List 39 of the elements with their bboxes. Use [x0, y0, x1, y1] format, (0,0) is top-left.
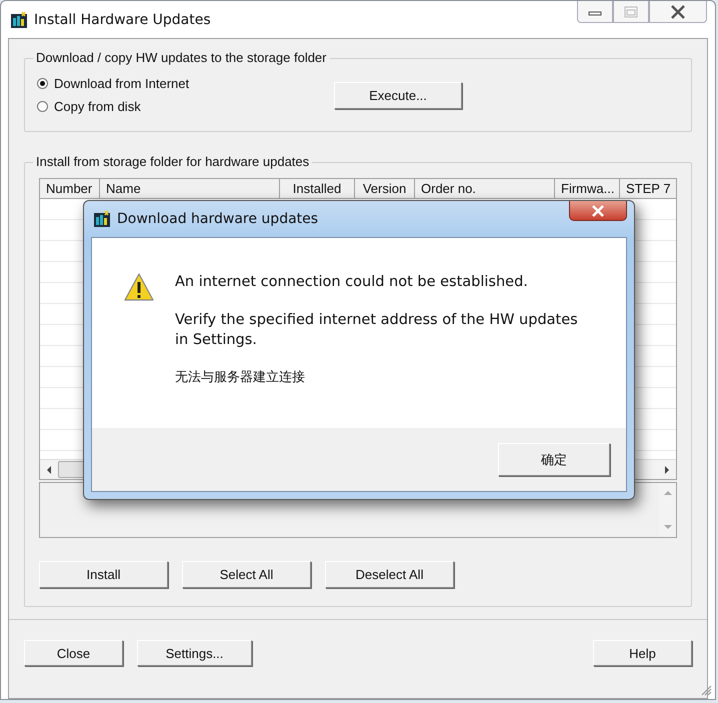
close-button[interactable]: [649, 1, 707, 23]
scroll-right-icon: [663, 464, 671, 474]
column-header[interactable]: Installed: [280, 179, 355, 198]
scroll-up-icon: [662, 489, 672, 497]
close-icon: [670, 4, 686, 18]
close-button[interactable]: [569, 201, 627, 221]
column-header[interactable]: Number: [40, 179, 100, 198]
radio-label[interactable]: Download from Internet: [54, 76, 190, 91]
message-text: Verify the specified internet address of the HW updates in Settings.: [175, 311, 579, 350]
app-icon: [10, 10, 28, 28]
window-title: Install Hardware Updates: [34, 12, 211, 28]
action-button[interactable]: Deselect All: [325, 561, 454, 588]
column-header[interactable]: Name: [100, 179, 280, 198]
column-header[interactable]: Order no.: [415, 179, 555, 198]
footer-button[interactable]: Close: [24, 640, 123, 666]
group-title: Download / copy HW updates to the storage folder: [33, 50, 330, 65]
minimize-button[interactable]: [577, 1, 613, 23]
action-button[interactable]: Install: [39, 561, 168, 588]
app-icon: [93, 210, 111, 228]
message-text: 无法与服务器建立连接: [175, 369, 306, 387]
footer-button[interactable]: Settings...: [137, 640, 252, 666]
column-header[interactable]: Firmwa...: [555, 179, 620, 198]
ok-button[interactable]: 确定: [498, 443, 610, 476]
scroll-down-icon: [662, 523, 672, 531]
radio-label[interactable]: Copy from disk: [54, 99, 141, 114]
message-text: An internet connection could not be established.: [175, 273, 529, 292]
execute-button[interactable]: Execute...: [334, 82, 462, 108]
radio-button[interactable]: [37, 78, 48, 89]
radio-button[interactable]: [37, 101, 48, 112]
maximize-icon: [624, 6, 638, 18]
action-button[interactable]: Select All: [182, 561, 311, 588]
column-header[interactable]: Version: [355, 179, 415, 198]
close-icon: [591, 204, 605, 216]
column-header[interactable]: STEP 7: [620, 179, 676, 198]
dialog-title: Download hardware updates: [117, 211, 318, 227]
warning-icon: [123, 272, 155, 302]
group-title: Install from storage folder for hardware updates: [33, 154, 312, 169]
scroll-left-icon: [45, 464, 53, 474]
footer-button[interactable]: Help: [593, 640, 692, 666]
